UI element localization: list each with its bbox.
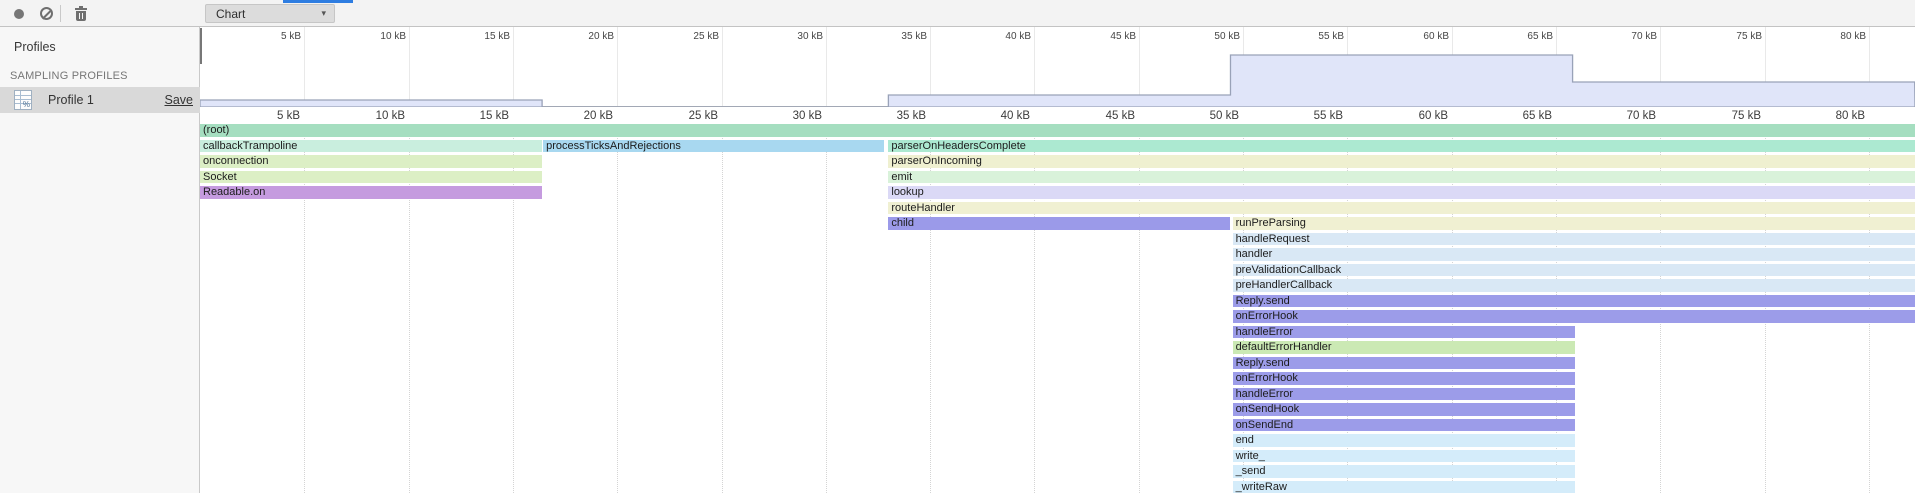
flame-ruler-tick: 25 kB — [638, 110, 718, 122]
flame-frame-preHandlerCallback[interactable]: preHandlerCallback — [1233, 279, 1915, 292]
flame-frame-processTicksAndRejections[interactable]: processTicksAndRejections — [543, 140, 884, 153]
sidebar-title: Profiles — [14, 40, 56, 54]
flame-frame-parserOnIncoming[interactable]: parserOnIncoming — [888, 155, 1914, 168]
flame-ruler-tick: 5 kB — [220, 110, 300, 122]
flame-frame-routeHandler[interactable]: routeHandler — [888, 202, 1914, 215]
flame-frame-onSendEnd[interactable]: onSendEnd — [1233, 419, 1575, 432]
chart-view-select[interactable]: Chart ▾ — [205, 4, 335, 23]
flame-frame-Socket[interactable]: Socket — [200, 171, 542, 184]
flame-frame-Reply.send[interactable]: Reply.send — [1233, 295, 1915, 308]
toolbar-separator — [60, 5, 61, 22]
flame-frame-onErrorHook[interactable]: onErrorHook — [1233, 310, 1915, 323]
block-icon — [40, 7, 53, 20]
flame-gridline — [722, 124, 723, 493]
overview-area-chart[interactable] — [200, 27, 1915, 107]
record-icon — [14, 9, 24, 19]
flame-frame-handleError[interactable]: handleError — [1233, 326, 1575, 339]
sampling-profiles-heading: SAMPLING PROFILES — [10, 70, 128, 82]
flame-ruler-tick: 80 kB — [1785, 110, 1865, 122]
chart-view-select-value: Chart — [216, 7, 245, 21]
sidebar-item-profile-1[interactable]: % Profile 1 Save — [0, 87, 200, 113]
flame-frame-onconnection[interactable]: onconnection — [200, 155, 542, 168]
flame-gridline — [826, 124, 827, 493]
flame-frame-Readable.on[interactable]: Readable.on — [200, 186, 542, 199]
flame-ruler-tick: 50 kB — [1159, 110, 1239, 122]
delete-profile-button[interactable] — [71, 0, 91, 27]
flame-frame-lookup[interactable]: lookup — [888, 186, 1914, 199]
flame-frame-callbackTrampoline[interactable]: callbackTrampoline — [200, 140, 542, 153]
active-tab-underline — [283, 0, 353, 3]
flame-frame-Reply.send[interactable]: Reply.send — [1233, 357, 1575, 370]
profiles-sidebar: Profiles SAMPLING PROFILES % Profile 1 S… — [0, 27, 200, 493]
flame-frame-handleError[interactable]: handleError — [1233, 388, 1575, 401]
flame-frame-preValidationCallback[interactable]: preValidationCallback — [1233, 264, 1915, 277]
flame-ruler-tick: 10 kB — [325, 110, 405, 122]
flame-frame-onSendHook[interactable]: onSendHook — [1233, 403, 1575, 416]
flame-frame-_send[interactable]: _send — [1233, 465, 1575, 478]
flame-frame-emit[interactable]: emit — [888, 171, 1914, 184]
chevron-down-icon: ▾ — [321, 8, 326, 19]
flame-ruler-tick: 65 kB — [1472, 110, 1552, 122]
profiler-toolbar: Chart ▾ — [0, 0, 1915, 27]
flame-frame-defaultErrorHandler[interactable]: defaultErrorHandler — [1233, 341, 1575, 354]
flame-ruler-tick: 70 kB — [1576, 110, 1656, 122]
trash-icon — [75, 7, 87, 21]
flame-ruler-tick: 15 kB — [429, 110, 509, 122]
profile-name: Profile 1 — [48, 93, 94, 107]
flame-frame-write_[interactable]: write_ — [1233, 450, 1575, 463]
flame-frame-handleRequest[interactable]: handleRequest — [1233, 233, 1915, 246]
flame-frame-root[interactable]: (root) — [200, 124, 1915, 137]
flame-chart-pane: 5 kB 10 kB 15 kB 20 kB 25 kB 30 kB 35 kB 40 kB 4… — [200, 107, 1915, 493]
flame-frame-onErrorHook[interactable]: onErrorHook — [1233, 372, 1575, 385]
devtools-memory-panel: Chart ▾ Profiles SAMPLING PROFILES % Pro… — [0, 0, 1915, 493]
flame-ruler-tick: 40 kB — [950, 110, 1030, 122]
profile-icon: % — [14, 90, 32, 110]
flame-ruler-tick: 20 kB — [533, 110, 613, 122]
flame-frame-handler[interactable]: handler — [1233, 248, 1915, 261]
flame-frame-parserOnHeadersComplete[interactable]: parserOnHeadersComplete — [888, 140, 1914, 153]
flame-ruler-tick: 55 kB — [1263, 110, 1343, 122]
flame-frame-_writeRaw[interactable]: _writeRaw — [1233, 481, 1575, 493]
flame-ruler-tick: 30 kB — [742, 110, 822, 122]
flame-gridline — [617, 124, 618, 493]
allocation-overview-pane[interactable]: 5 kB10 kB15 kB20 kB25 kB30 kB35 kB40 kB4… — [200, 27, 1915, 107]
flame-ruler-tick: 75 kB — [1681, 110, 1761, 122]
clear-profiles-button[interactable] — [36, 0, 56, 27]
flame-ruler-tick: 45 kB — [1055, 110, 1135, 122]
record-button[interactable] — [9, 0, 29, 27]
flame-frame-end[interactable]: end — [1233, 434, 1575, 447]
flame-ruler-tick: 35 kB — [846, 110, 926, 122]
flame-frame-runPreParsing[interactable]: runPreParsing — [1233, 217, 1915, 230]
flame-frame-child[interactable]: child — [888, 217, 1230, 230]
flame-ruler-tick: 60 kB — [1368, 110, 1448, 122]
save-profile-link[interactable]: Save — [165, 93, 194, 107]
